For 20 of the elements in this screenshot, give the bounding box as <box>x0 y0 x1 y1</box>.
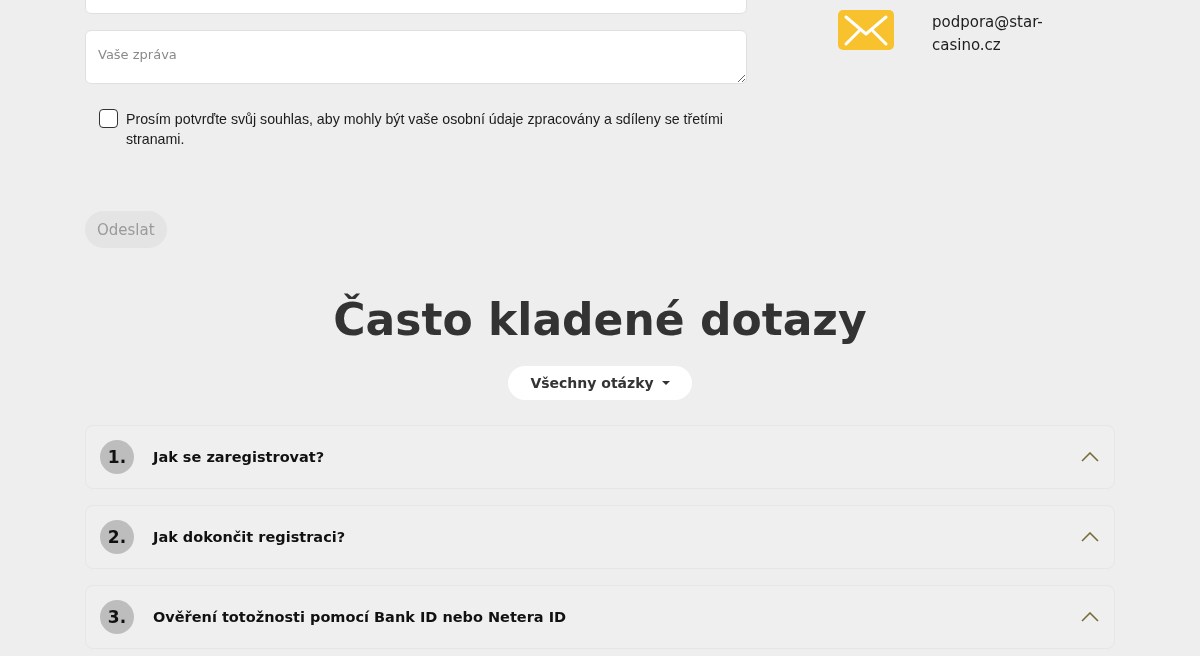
faq-item[interactable]: 1. Jak se zaregistrovat? <box>85 425 1115 489</box>
faq-item[interactable]: 3. Ověření totožnosti pomocí Bank ID nebo Netera ID <box>85 585 1115 649</box>
faq-question: Jak se zaregistrovat? <box>153 449 326 465</box>
chevron-up-icon <box>1081 452 1099 462</box>
envelope-icon <box>838 10 894 50</box>
question-number: 1. <box>100 440 134 474</box>
faq-item[interactable]: 2. Jak dokončit registraci? <box>85 505 1115 569</box>
faq-heading: Často kladené dotazy <box>332 292 868 347</box>
consent-checkbox[interactable] <box>99 109 118 128</box>
caret-icon <box>661 381 670 385</box>
support-email: podpora@star-casino.cz <box>932 12 1044 56</box>
question-number: 3. <box>100 600 134 634</box>
question-filter-dropdown[interactable]: Všechny otázky <box>508 366 692 400</box>
question-number: 2. <box>100 520 134 554</box>
faq-question: Jak dokončit registraci? <box>153 529 347 545</box>
chevron-up-icon <box>1081 612 1099 622</box>
faq-question: Ověření totožnosti pomocí Bank ID nebo Netera ID <box>153 609 568 625</box>
message-textarea[interactable]: Vaše zpráva <box>85 30 747 84</box>
chevron-up-icon <box>1081 532 1099 542</box>
consent-label: Prosím potvrďte svůj souhlas, aby mohly být vaše osobní údaje zpracovány a sdíleny se třetími stranami. <box>126 110 724 149</box>
